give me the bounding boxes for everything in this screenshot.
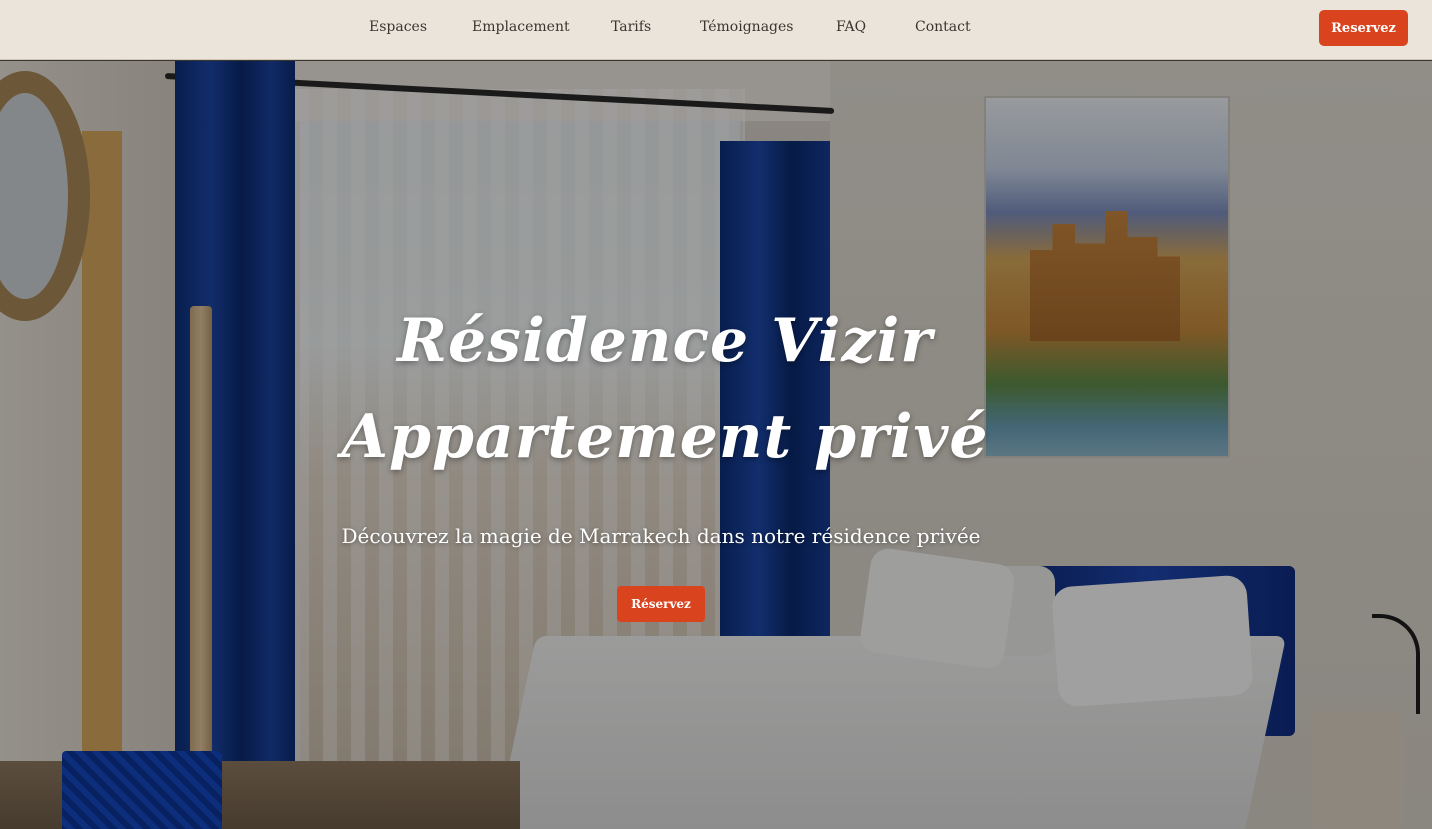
nav-link-contact[interactable]: Contact [915, 19, 971, 35]
hero-title-line-1: Résidence Vizir [397, 306, 933, 376]
nav-link-temoignages[interactable]: Témoignages [700, 19, 793, 35]
nav-link-faq[interactable]: FAQ [836, 19, 866, 35]
hero-title: Résidence Vizir Appartement privé [300, 293, 1030, 485]
nav-link-tarifs[interactable]: Tarifs [611, 19, 651, 35]
hero-subtitle: Découvrez la magie de Marrakech dans not… [341, 524, 981, 548]
reserve-button[interactable]: Reservez [1319, 10, 1408, 46]
top-navigation: Espaces Emplacement Tarifs Témoignages F… [0, 0, 1432, 60]
hero-section: Résidence Vizir Appartement privé Découv… [0, 61, 1432, 829]
nav-link-emplacement[interactable]: Emplacement [472, 19, 570, 35]
hero-title-line-2: Appartement privé [341, 402, 989, 472]
nav-link-espaces[interactable]: Espaces [369, 19, 427, 35]
hero-reserve-button[interactable]: Réservez [617, 586, 705, 622]
